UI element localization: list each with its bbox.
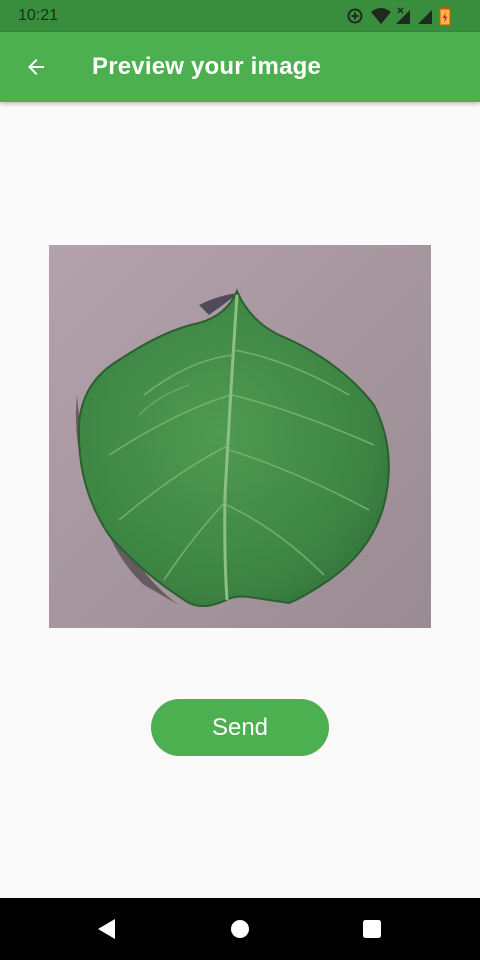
signal-no-data-icon	[396, 7, 410, 24]
back-button[interactable]	[12, 43, 60, 91]
send-button[interactable]: Send	[151, 699, 329, 756]
preview-image	[49, 245, 431, 628]
arrow-back-icon	[28, 59, 44, 75]
back-triangle-icon[interactable]	[95, 917, 119, 941]
status-icons	[346, 6, 466, 26]
data-saver-icon	[347, 8, 363, 24]
status-time: 10:21	[18, 7, 59, 24]
battery-charging-icon	[439, 6, 451, 26]
wifi-icon	[371, 8, 391, 24]
page-title: Preview your image	[92, 53, 322, 80]
status-bar: 10:21	[0, 0, 480, 32]
recents-square-icon[interactable]	[360, 917, 384, 941]
home-circle-icon[interactable]	[228, 917, 252, 941]
leaf-photo	[49, 245, 431, 628]
signal-icon	[418, 10, 432, 24]
navigation-bar	[0, 898, 480, 960]
app-bar: Preview your image	[0, 32, 480, 102]
